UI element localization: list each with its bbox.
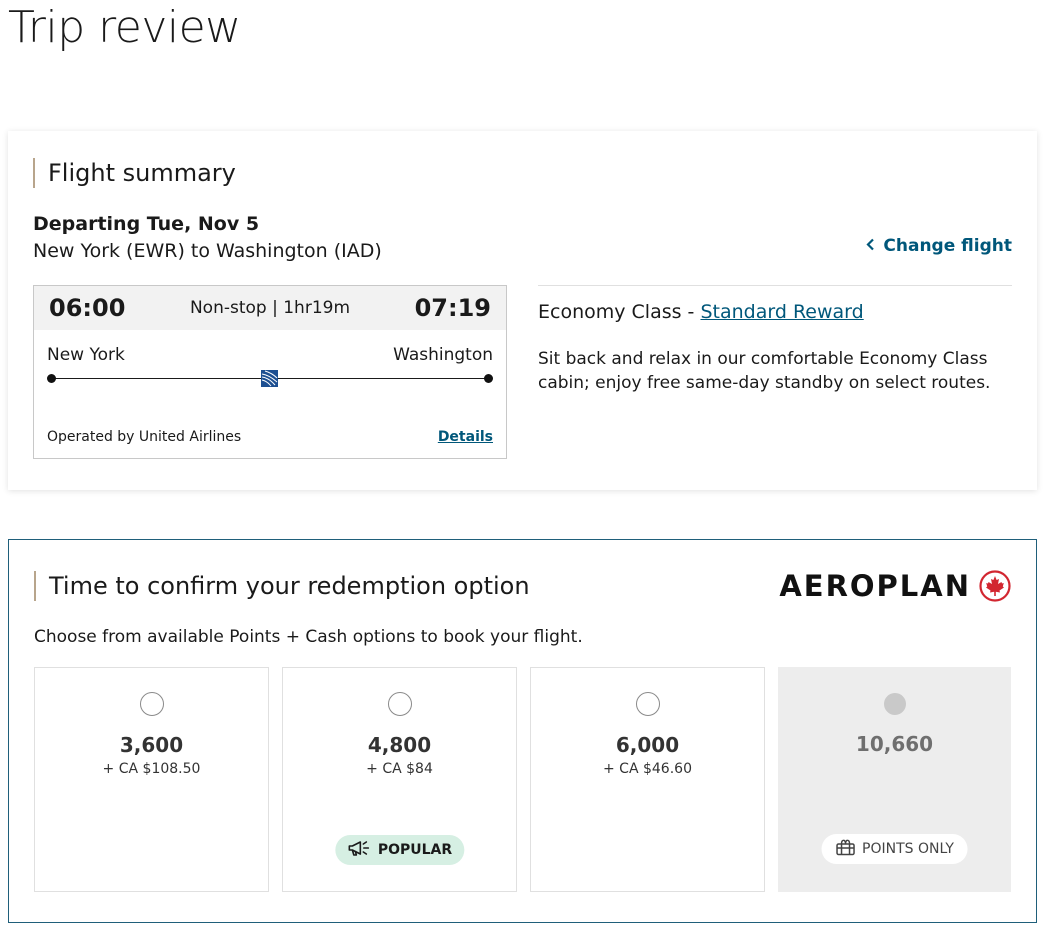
option-cash: + CA $84 xyxy=(366,761,433,777)
redemption-instructions: Choose from available Points + Cash opti… xyxy=(34,627,583,647)
option-points: 6,000 xyxy=(615,733,680,757)
departing-date: Departing Tue, Nov 5 xyxy=(33,213,260,235)
maple-leaf-icon xyxy=(979,570,1011,602)
fare-divider xyxy=(538,285,1012,286)
redemption-option[interactable]: 6,000 + CA $46.60 xyxy=(530,667,765,892)
flight-times-bar: 06:00 Non-stop | 1hr19m 07:19 xyxy=(34,286,506,330)
page-title: Trip review xyxy=(8,2,241,53)
standard-reward-link[interactable]: Standard Reward xyxy=(700,301,863,323)
operated-by: Operated by United Airlines xyxy=(47,429,242,445)
fare-class-label: Economy Class - xyxy=(538,301,701,323)
option-cash: + CA $108.50 xyxy=(102,761,201,777)
redemption-option-points-only: 10,660 POINTS ONLY xyxy=(778,667,1011,892)
fare-description: Sit back and relax in our comfortable Ec… xyxy=(538,349,991,393)
details-link[interactable]: Details xyxy=(438,429,493,445)
points-only-badge-label: POINTS ONLY xyxy=(862,841,954,857)
option-radio[interactable] xyxy=(635,692,660,716)
option-radio[interactable] xyxy=(139,692,164,716)
option-cash: + CA $46.60 xyxy=(603,761,692,777)
route-text: New York (EWR) to Washington (IAD) xyxy=(33,240,382,262)
change-flight-link[interactable]: Change flight xyxy=(866,236,1012,256)
destination-dot xyxy=(484,374,493,383)
aeroplan-wordmark: AEROPLAN xyxy=(779,569,971,603)
arrival-time: 07:19 xyxy=(414,294,491,322)
flight-segment-box: 06:00 Non-stop | 1hr19m 07:19 New York W… xyxy=(33,285,507,459)
option-radio[interactable] xyxy=(387,692,412,716)
option-points: 10,660 xyxy=(855,732,934,756)
destination-city: Washington xyxy=(393,345,493,365)
gift-icon xyxy=(835,838,855,860)
points-only-badge: POINTS ONLY xyxy=(821,834,968,864)
redemption-options: 3,600 + CA $108.50 4,800 + CA $84 POPULA… xyxy=(34,667,1011,892)
redemption-heading: Time to confirm your redemption option xyxy=(34,571,530,601)
origin-dot xyxy=(47,374,56,383)
redemption-option[interactable]: 3,600 + CA $108.50 xyxy=(34,667,269,892)
option-points: 4,800 xyxy=(367,733,432,757)
popular-badge: POPULAR xyxy=(334,835,465,865)
united-airlines-logo-icon xyxy=(261,370,278,387)
change-flight-label: Change flight xyxy=(883,236,1012,256)
popular-badge-label: POPULAR xyxy=(377,842,453,858)
option-radio-disabled xyxy=(883,693,906,715)
megaphone-icon xyxy=(347,839,371,861)
flight-summary-heading: Flight summary xyxy=(33,158,236,188)
redemption-option[interactable]: 4,800 + CA $84 POPULAR xyxy=(282,667,517,892)
redemption-card: Time to confirm your redemption option A… xyxy=(8,539,1037,923)
aeroplan-logo: AEROPLAN xyxy=(779,569,1011,603)
fare-title: Economy Class - Standard Reward xyxy=(538,301,864,323)
option-points: 3,600 xyxy=(119,733,184,757)
chevron-left-icon xyxy=(866,237,875,255)
origin-city: New York xyxy=(47,345,125,365)
flight-summary-card: Flight summary Departing Tue, Nov 5 New … xyxy=(8,131,1037,490)
